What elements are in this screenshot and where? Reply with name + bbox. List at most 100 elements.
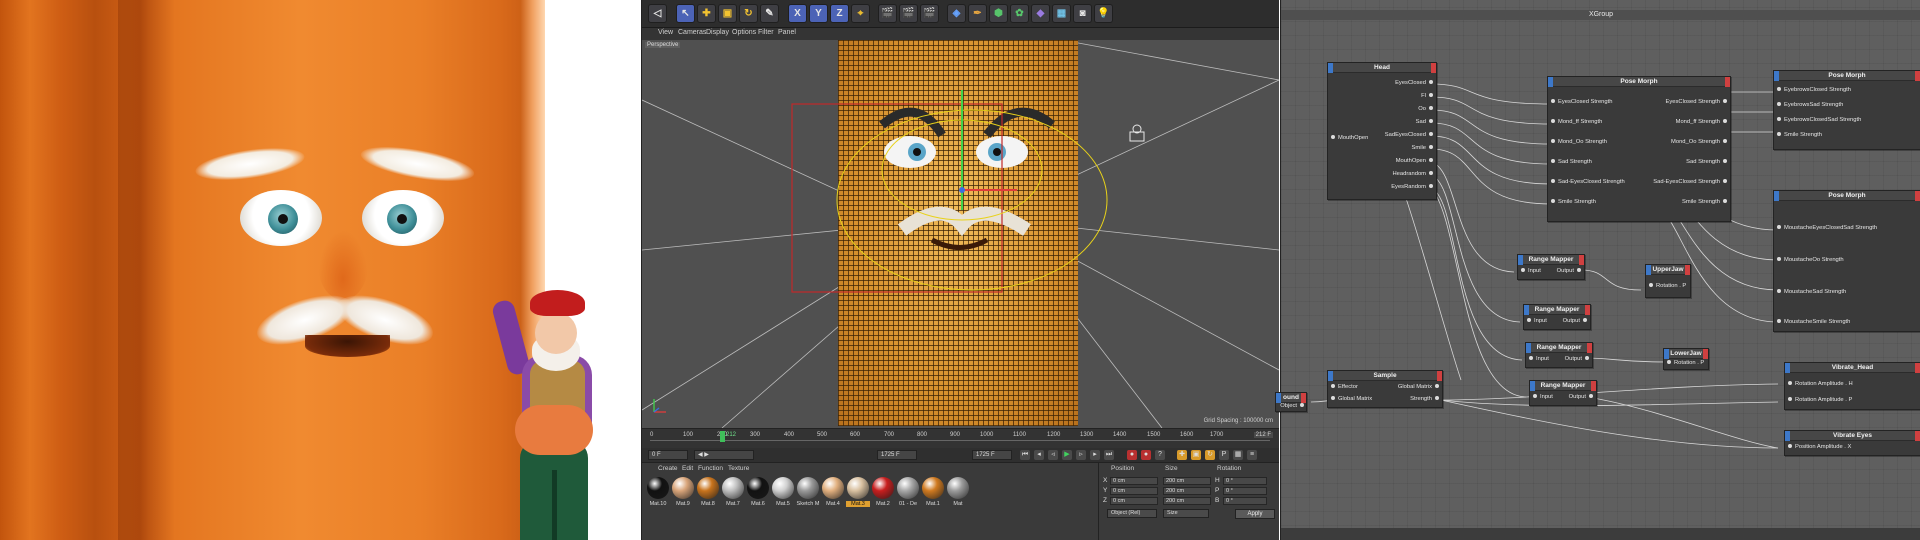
node-output-port[interactable]: Headrandom <box>1392 171 1433 177</box>
range-end-field[interactable]: 1725 F <box>877 450 917 460</box>
material-swatch[interactable]: Mat.7 <box>721 477 745 513</box>
node-pose-morph-1[interactable]: Pose Morph EyesClosed Strength Mond_ff S… <box>1547 76 1731 222</box>
node-output-port[interactable]: Output <box>1569 394 1593 400</box>
timeline-menu-icon[interactable]: ≡ <box>1247 450 1257 460</box>
mat-menu-function[interactable]: Function <box>698 465 723 472</box>
go-to-end-icon[interactable]: ⏭ <box>1104 450 1114 460</box>
position-z-field[interactable]: 0 cm <box>1110 497 1158 505</box>
position-x-field[interactable]: 0 cm <box>1110 477 1158 485</box>
node-output-port[interactable]: Sad Strength <box>1686 159 1727 165</box>
node-lower-jaw[interactable]: LowerJaw Rotation . P <box>1663 348 1709 370</box>
node-output-port[interactable]: Output <box>1557 268 1581 274</box>
node-input-port[interactable]: Input <box>1521 268 1541 274</box>
node-range-mapper-4[interactable]: Range Mapper Input Output <box>1529 380 1597 406</box>
node-input-port[interactable]: Mond_Oo Strength <box>1551 139 1607 145</box>
node-input-port[interactable]: MoustacheEyesClosedSad Strength <box>1777 225 1877 231</box>
node-output-port[interactable]: Fl <box>1421 93 1433 99</box>
position-y-field[interactable]: 0 cm <box>1110 487 1158 495</box>
perspective-viewport[interactable]: Perspective Grid Spacing : 100000 cm <box>642 40 1279 428</box>
node-input-port[interactable]: Sad-EyesClosed Strength <box>1551 179 1625 185</box>
cloner-icon[interactable]: ✿ <box>1010 4 1029 23</box>
timeline-ruler[interactable]: 0 100 200 300 400 500 600 700 800 900 10… <box>650 431 1270 442</box>
node-input-port[interactable]: Input <box>1529 356 1549 362</box>
material-swatch[interactable]: 01 - De <box>896 477 920 513</box>
node-input-port[interactable]: MouthOpen <box>1331 135 1368 141</box>
coordinate-system-icon[interactable]: ⌖ <box>851 4 870 23</box>
pla-key-icon[interactable]: ▦ <box>1233 450 1243 460</box>
material-swatch[interactable]: Mat.2 <box>871 477 895 513</box>
start-frame-field[interactable]: 0 F <box>648 450 688 460</box>
node-sample[interactable]: Sample Effector Global Matrix Global Mat… <box>1327 370 1443 408</box>
node-input-port[interactable]: Sad Strength <box>1551 159 1592 165</box>
parameter-key-icon[interactable]: P <box>1219 450 1229 460</box>
material-swatch[interactable]: Mat.6 <box>746 477 770 513</box>
node-sound[interactable]: ound Object <box>1275 392 1307 412</box>
rotation-p-field[interactable]: 0 ° <box>1223 487 1267 495</box>
autokey-icon[interactable]: ● <box>1141 450 1151 460</box>
size-y-field[interactable]: 200 cm <box>1163 487 1211 495</box>
next-key-icon[interactable]: ▸ <box>1090 450 1100 460</box>
node-output-port[interactable]: EyesClosed Strength <box>1666 99 1727 105</box>
render-picture-viewer-icon[interactable]: 🎬 <box>899 4 918 23</box>
move-tool-icon[interactable]: ✚ <box>697 4 716 23</box>
node-input-port[interactable]: Rotation . P <box>1649 283 1686 289</box>
previous-key-icon[interactable]: ◂ <box>1034 450 1044 460</box>
scene-icon[interactable]: ▦ <box>1052 4 1071 23</box>
material-swatch[interactable]: Mat <box>946 477 970 513</box>
coordinate-mode-select[interactable]: Object (Rel) <box>1107 509 1157 518</box>
node-input-port[interactable]: Position Amplitude . X <box>1788 444 1851 450</box>
node-input-port[interactable]: Mond_ff Strength <box>1551 119 1602 125</box>
menu-display[interactable]: Display <box>706 29 729 36</box>
end-frame-field[interactable]: 1725 F <box>972 450 1012 460</box>
node-upper-jaw[interactable]: UpperJaw Rotation . P <box>1645 264 1691 298</box>
size-mode-select[interactable]: Size <box>1163 509 1209 518</box>
menu-cameras[interactable]: Cameras <box>678 29 706 36</box>
menu-options[interactable]: Options <box>732 29 756 36</box>
node-input-port[interactable]: Input <box>1533 394 1553 400</box>
live-select-icon[interactable]: ✎ <box>760 4 779 23</box>
node-input-port[interactable]: MoustacheSad Strength <box>1777 289 1846 295</box>
position-key-icon[interactable]: ✚ <box>1177 450 1187 460</box>
node-output-port[interactable]: Smile Strength <box>1682 199 1727 205</box>
xpresso-editor[interactable]: XGroup Head MouthOpen EyesClosed Fl Oo S… <box>1275 0 1920 540</box>
node-input-port[interactable]: Smile Strength <box>1551 199 1596 205</box>
menu-panel[interactable]: Panel <box>778 29 796 36</box>
subdivision-icon[interactable]: ⬢ <box>989 4 1008 23</box>
axis-y-button[interactable]: Y <box>809 4 828 23</box>
node-output-port[interactable]: Sad <box>1416 119 1433 125</box>
undo-icon[interactable]: ◁ <box>648 4 667 23</box>
node-input-port[interactable]: EyebrowsSad Strength <box>1777 102 1843 108</box>
mat-menu-create[interactable]: Create <box>658 465 678 472</box>
material-swatch[interactable]: Mat.8 <box>696 477 720 513</box>
node-output-port[interactable]: Strength <box>1410 396 1439 402</box>
node-input-port[interactable]: Rotation . P <box>1667 360 1704 366</box>
node-input-port[interactable]: Global Matrix <box>1331 396 1372 402</box>
step-forward-icon[interactable]: ▹ <box>1076 450 1086 460</box>
node-input-port[interactable]: EyesClosed Strength <box>1551 99 1612 105</box>
go-to-start-icon[interactable]: ⏮ <box>1020 450 1030 460</box>
camera-icon[interactable]: ◙ <box>1073 4 1092 23</box>
node-vibrate-eyes[interactable]: Vibrate Eyes Position Amplitude . X <box>1784 430 1920 456</box>
node-range-mapper-2[interactable]: Range Mapper Input Output <box>1523 304 1591 330</box>
node-input-port[interactable]: Rotation Amplitude . P <box>1788 397 1852 403</box>
play-icon[interactable]: ▶ <box>1062 450 1072 460</box>
select-tool-icon[interactable]: ↖ <box>676 4 695 23</box>
node-vibrate-head[interactable]: Vibrate_Head Rotation Amplitude . H Rota… <box>1784 362 1920 410</box>
node-output-port[interactable]: Sad-EyesClosed Strength <box>1653 179 1727 185</box>
node-pose-morph-3[interactable]: Pose Morph MoustacheEyesClosedSad Streng… <box>1773 190 1920 332</box>
node-output-port[interactable]: Output <box>1565 356 1589 362</box>
node-head[interactable]: Head MouthOpen EyesClosed Fl Oo Sad SadE… <box>1327 62 1437 200</box>
node-input-port[interactable]: Input <box>1527 318 1547 324</box>
node-output-port[interactable]: Mond_ff Strength <box>1676 119 1727 125</box>
node-output-port[interactable]: Mond_Oo Strength <box>1671 139 1727 145</box>
record-icon[interactable]: ● <box>1127 450 1137 460</box>
menu-filter[interactable]: Filter <box>758 29 774 36</box>
node-pose-morph-2[interactable]: Pose Morph EyebrowsClosed Strength Eyebr… <box>1773 70 1920 150</box>
timeline[interactable]: 0 100 200 300 400 500 600 700 800 900 10… <box>642 428 1279 448</box>
node-range-mapper-1[interactable]: Range Mapper Input Output <box>1517 254 1585 280</box>
scale-tool-icon[interactable]: ▣ <box>718 4 737 23</box>
node-output-port[interactable]: MouthOpen <box>1396 158 1433 164</box>
node-output-port[interactable]: SadEyesClosed <box>1385 132 1433 138</box>
size-z-field[interactable]: 200 cm <box>1163 497 1211 505</box>
node-output-port[interactable]: EyesRandom <box>1391 184 1433 190</box>
